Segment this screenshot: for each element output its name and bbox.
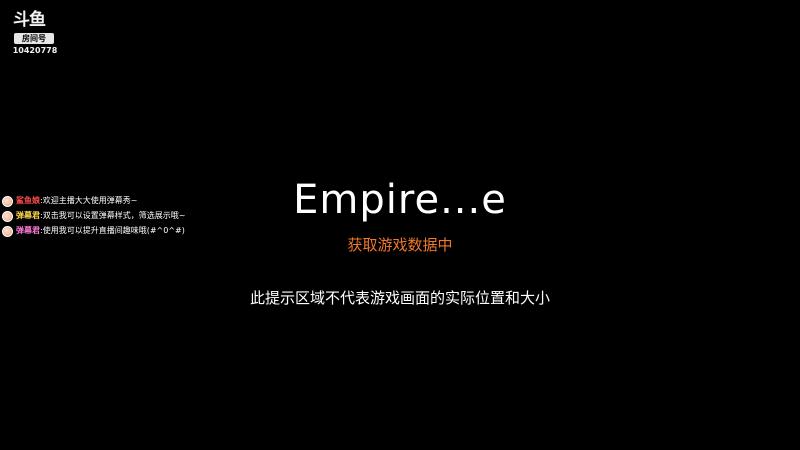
room-number-label: 房间号 [14, 33, 54, 44]
placeholder-hint-text: 此提示区域不代表游戏画面的实际位置和大小 [249, 289, 550, 307]
douyu-watermark-logo: 斗鱼 房间号 10420778 [10, 10, 58, 58]
stream-overlay-canvas: 斗鱼 房间号 10420778 鲨鱼娘 : 欢迎主播大大使用弹幕秀~ 弹幕君 :… [0, 0, 800, 450]
room-number: 10420778 [12, 46, 58, 55]
game-title: Empire...e [293, 177, 507, 223]
douyu-logo-mark: 斗鱼 [13, 10, 46, 30]
loading-status-text: 获取游戏数据中 [347, 236, 453, 254]
